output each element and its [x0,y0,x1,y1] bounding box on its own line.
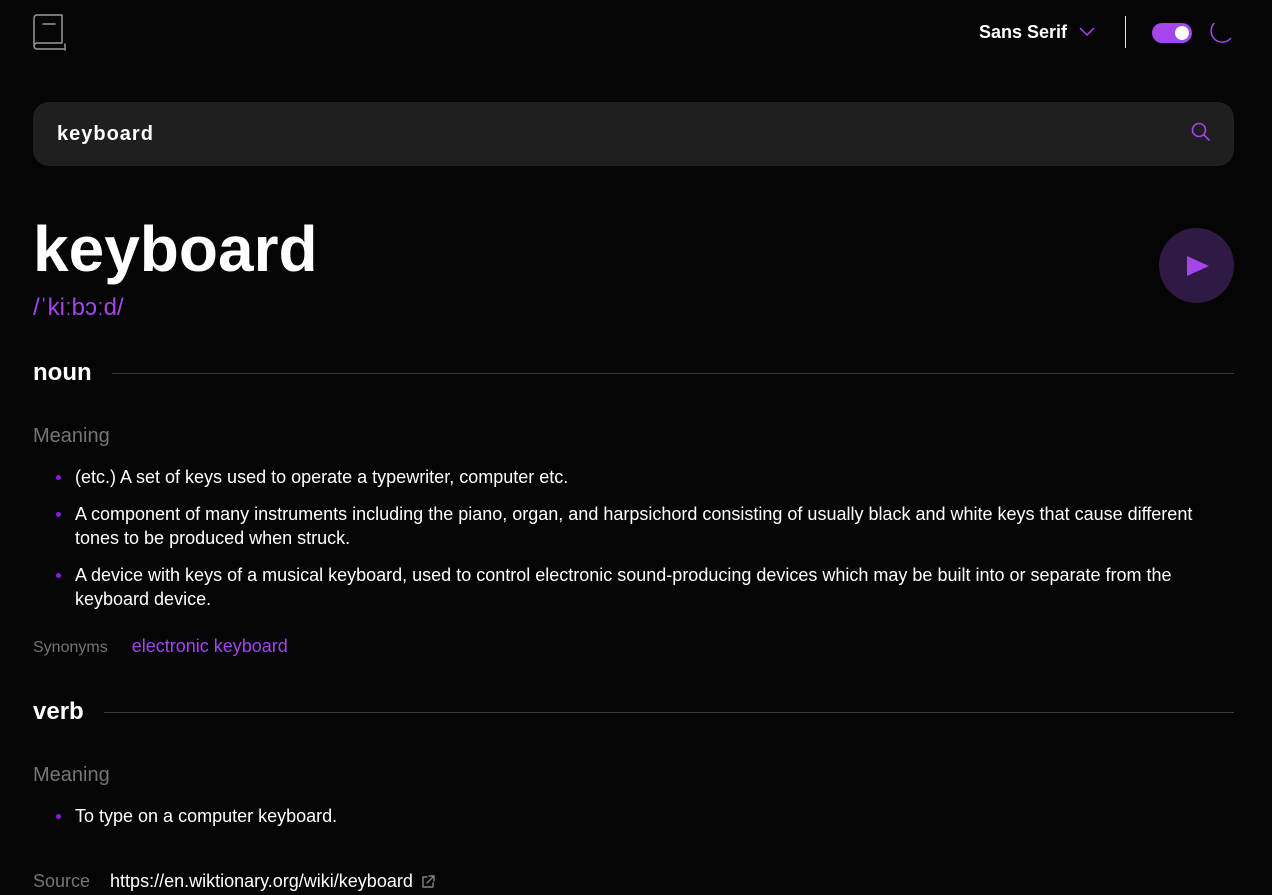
section-divider [111,372,1234,374]
bullet [56,512,61,517]
part-of-speech-verb: verb [33,698,84,725]
header-divider [1125,16,1126,48]
verb-heading-row: verb [33,697,1234,727]
source-url: https://en.wiktionary.org/wiki/keyboard [110,871,413,891]
definition-text: To type on a computer keyboard. [75,806,338,826]
source-link[interactable]: https://en.wiktionary.org/wiki/keyboard [110,871,435,892]
bullet [56,475,61,480]
definition-text: (etc.) A set of keys used to operate a t… [75,467,569,487]
definition-item: A device with keys of a musical keyboard… [33,563,1233,611]
dictionary-page: Sans Serif keyboard /ˈkiːbɔːd/ noun Mean… [0,0,1272,895]
play-icon [1187,256,1209,276]
bullet [56,573,61,578]
definition-item: To type on a computer keyboard. [33,804,1233,828]
meaning-label: Meaning [33,764,110,786]
external-link-icon [422,874,435,888]
search-bar [33,102,1234,166]
play-pronunciation-button[interactable] [1159,228,1234,303]
definition-text: A component of many instruments includin… [75,504,1193,548]
meaning-label: Meaning [33,425,110,447]
verb-definitions-list: To type on a computer keyboard. [33,804,1233,841]
definition-item: (etc.) A set of keys used to operate a t… [33,465,1233,489]
phonetic-text: /ˈkiːbɔːd/ [33,294,124,321]
source-label: Source [33,871,91,891]
noun-definitions-list: (etc.) A set of keys used to operate a t… [33,465,1233,624]
chevron-down-icon [1079,27,1095,37]
moon-icon[interactable] [1210,20,1234,44]
font-family-select[interactable]: Sans Serif [979,20,1095,44]
definition-text: A device with keys of a musical keyboard… [75,565,1172,609]
source-row: Source https://en.wiktionary.org/wiki/ke… [33,871,435,892]
theme-toggle[interactable] [1152,23,1192,43]
word-title: keyboard [33,213,318,285]
book-icon[interactable] [33,14,67,52]
synonym-link[interactable]: electronic keyboard [132,636,288,657]
bullet [56,814,61,819]
synonyms-row: Synonyms electronic keyboard [33,636,288,657]
search-input[interactable] [57,102,1177,166]
noun-heading-row: noun [33,358,1234,388]
section-divider [103,711,1234,713]
toggle-knob [1175,26,1189,40]
font-select-value: Sans Serif [979,21,1068,42]
synonyms-label: Synonyms [33,639,108,656]
part-of-speech-noun: noun [33,359,92,386]
definition-item: A component of many instruments includin… [33,502,1233,550]
search-icon[interactable] [1191,122,1211,142]
